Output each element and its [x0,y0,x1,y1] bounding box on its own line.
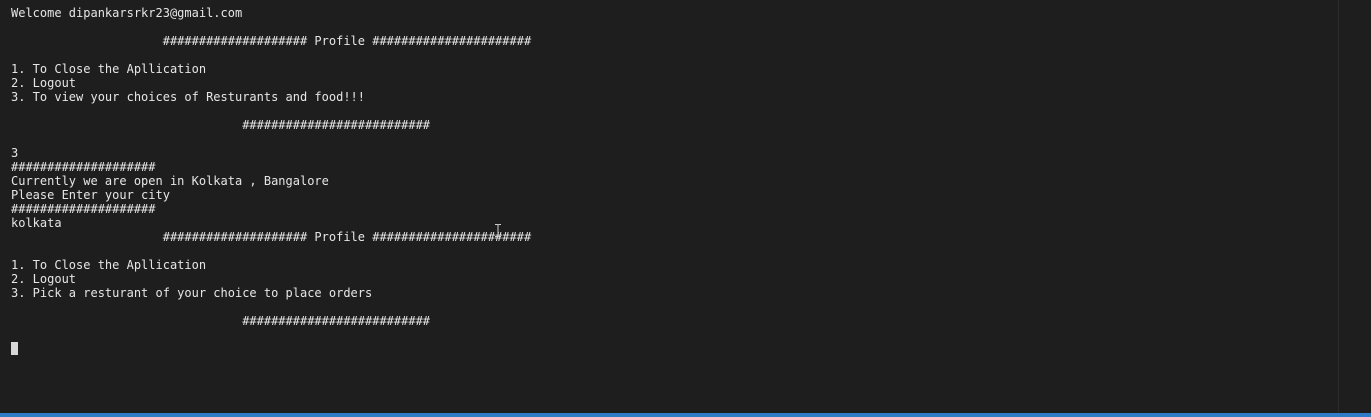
terminal-output: Welcome dipankarsrkr23@gmail.com #######… [11,6,531,356]
terminal-line: 2. Logout [11,272,77,286]
text-cursor [11,342,18,355]
terminal-line: Please Enter your city [11,188,170,202]
terminal-line: ########################## [11,118,431,132]
terminal-line: 2. Logout [11,76,77,90]
terminal-line: Currently we are open in Kolkata , Banga… [11,174,329,188]
terminal-line: #################### Profile ###########… [11,230,532,244]
terminal-line: Welcome dipankarsrkr23@gmail.com [11,6,243,20]
terminal-line: kolkata [11,216,62,230]
status-bar [0,413,1371,417]
terminal-line: #################### [11,160,156,174]
ibeam-cursor-icon [495,224,501,237]
terminal-line: ########################## [11,314,431,328]
terminal-line: #################### [11,202,156,216]
terminal-line: 1. To Close the Apllication [11,258,207,272]
terminal-line: #################### Profile ###########… [11,34,532,48]
terminal-line: 3. Pick a resturant of your choice to pl… [11,286,373,300]
vertical-scrollbar[interactable] [1338,0,1371,413]
terminal-input-line[interactable] [11,342,531,356]
terminal-line: 1. To Close the Apllication [11,62,207,76]
terminal-line: 3 [11,146,19,160]
terminal-panel[interactable]: Welcome dipankarsrkr23@gmail.com #######… [0,0,1338,413]
terminal-line: 3. To view your choices of Resturants an… [11,90,366,104]
